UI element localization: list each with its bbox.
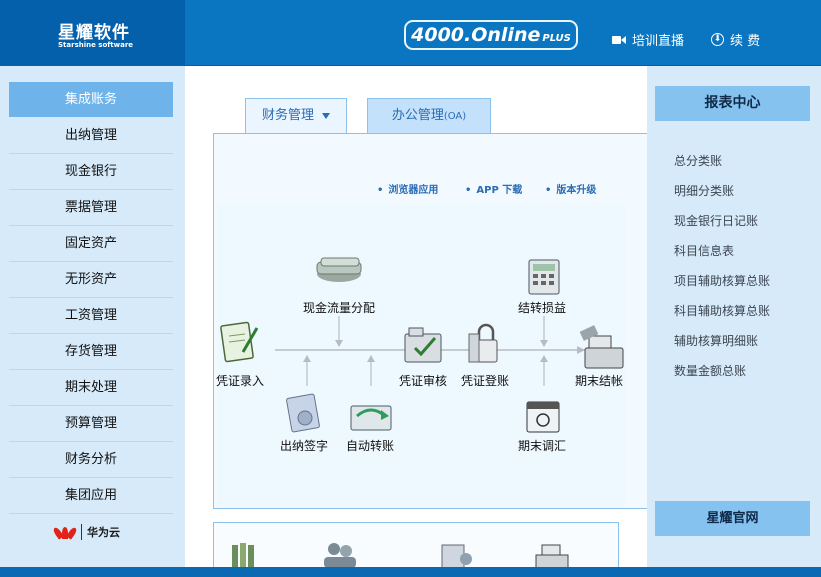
header-bar: 星耀软件 Starshine software 4000.Online PLUS … — [0, 0, 821, 66]
divider — [81, 524, 82, 540]
report-link-aux-detail[interactable]: 辅助核算明细账 — [674, 332, 758, 349]
brand-logo[interactable]: 星耀软件 Starshine software — [0, 0, 185, 66]
secondary-panel-icons — [232, 543, 569, 569]
sidebar-item-group-apps[interactable]: 集团应用 — [9, 478, 173, 514]
video-camera-icon — [612, 35, 626, 45]
period-adjust-label[interactable]: 期末调汇 — [518, 437, 566, 454]
cash-register-icon[interactable] — [535, 544, 569, 569]
sidebar-item-budget[interactable]: 预算管理 — [9, 406, 173, 442]
voucher-audit-label[interactable]: 凭证审核 — [399, 372, 447, 389]
product-name: 4000.Online — [411, 24, 541, 46]
brand-name: 星耀软件 — [58, 23, 130, 43]
carry-profit-loss-icon[interactable] — [528, 259, 560, 295]
live-training-label: 培训直播 — [632, 34, 685, 49]
report-link-account-aux-ledger[interactable]: 科目辅助核算总账 — [674, 302, 770, 319]
product-suffix: PLUS — [542, 33, 571, 44]
report-center-header[interactable]: 报表中心 — [655, 86, 810, 121]
report-link-account-info[interactable]: 科目信息表 — [674, 242, 734, 259]
product-badge: 4000.Online PLUS — [404, 20, 578, 50]
bottom-bar — [0, 567, 821, 577]
sidebar-item-integrated-accounting[interactable]: 集成账务 — [9, 82, 173, 117]
huawei-cloud-link[interactable]: 华为云 — [52, 524, 120, 540]
main-content: 财务管理 办公管理(OA) 浏览器应用 APP 下载 版本升级 — [185, 66, 647, 569]
sidebar-item-period-end[interactable]: 期末处理 — [9, 370, 173, 406]
renew-circle-icon: ⬇ — [711, 33, 724, 46]
voucher-post-label[interactable]: 凭证登账 — [461, 372, 509, 389]
huawei-cloud-label: 华为云 — [87, 526, 120, 539]
auto-transfer-icon[interactable] — [350, 405, 392, 431]
cashflow-icon[interactable] — [316, 257, 362, 282]
secondary-panel — [213, 522, 619, 569]
sidebar-item-payroll[interactable]: 工资管理 — [9, 298, 173, 334]
sidebar-item-financial-analysis[interactable]: 财务分析 — [9, 442, 173, 478]
period-close-icon[interactable] — [579, 325, 624, 369]
renew-label: 续 费 — [730, 34, 761, 49]
users-icon[interactable] — [324, 543, 356, 568]
sidebar-item-cashier[interactable]: 出纳管理 — [9, 118, 173, 154]
carry-profit-loss-label[interactable]: 结转损益 — [518, 299, 566, 316]
sidebar-item-cash-bank[interactable]: 现金银行 — [9, 154, 173, 190]
sidebar-item-inventory[interactable]: 存货管理 — [9, 334, 173, 370]
cashier-sign-icon[interactable] — [286, 393, 320, 433]
auto-transfer-label[interactable]: 自动转账 — [346, 437, 394, 454]
renew-link[interactable]: ⬇ 续 费 — [711, 30, 760, 49]
workflow-connectors — [220, 257, 624, 433]
brand-english-name: Starshine software — [58, 41, 134, 49]
voucher-entry-label[interactable]: 凭证录入 — [216, 372, 264, 389]
report-link-project-aux-ledger[interactable]: 项目辅助核算总账 — [674, 272, 770, 289]
period-close-label[interactable]: 期末结帐 — [575, 372, 623, 389]
sidebar-item-intangible-assets[interactable]: 无形资产 — [9, 262, 173, 298]
report-link-detail-ledger[interactable]: 明细分类账 — [674, 182, 734, 199]
voucher-post-icon[interactable] — [468, 323, 498, 363]
report-link-general-ledger[interactable]: 总分类账 — [674, 152, 722, 169]
settings-document-icon[interactable] — [441, 544, 472, 569]
voucher-entry-icon[interactable] — [220, 321, 259, 363]
left-sidebar: 集成账务 出纳管理 现金银行 票据管理 固定资产 无形资产 工资管理 存货管理 … — [0, 66, 185, 567]
binders-icon[interactable] — [232, 543, 254, 567]
sidebar-item-bills[interactable]: 票据管理 — [9, 190, 173, 226]
official-site-button[interactable]: 星耀官网 — [655, 501, 810, 536]
cashier-sign-label[interactable]: 出纳签字 — [280, 437, 328, 454]
sidebar-item-fixed-assets[interactable]: 固定资产 — [9, 226, 173, 262]
report-link-cash-bank-journal[interactable]: 现金银行日记账 — [674, 212, 758, 229]
voucher-audit-icon[interactable] — [404, 327, 442, 363]
right-sidebar: 报表中心 总分类账 明细分类账 现金银行日记账 科目信息表 项目辅助核算总账 科… — [647, 66, 821, 567]
cashflow-label[interactable]: 现金流量分配 — [303, 299, 375, 316]
report-link-quantity-amount[interactable]: 数量金额总账 — [674, 362, 746, 379]
live-training-link[interactable]: 培训直播 — [612, 30, 684, 49]
huawei-logo-icon — [52, 525, 78, 540]
period-adjust-icon[interactable] — [526, 401, 560, 433]
